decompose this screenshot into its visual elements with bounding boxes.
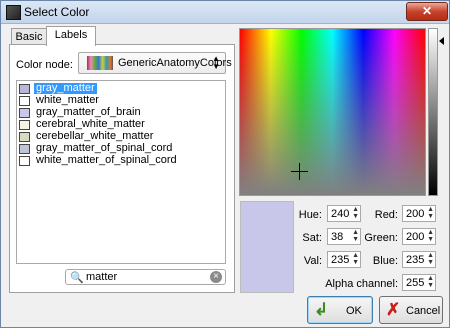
clear-search-icon[interactable]: ×	[210, 271, 222, 283]
search-value: matter	[86, 271, 118, 283]
blue-label: Blue:	[372, 255, 398, 267]
green-value: 200	[406, 231, 425, 243]
alpha-label: Alpha channel:	[325, 278, 398, 290]
hue-spinbox[interactable]: 240 ▲ ▼	[327, 205, 361, 222]
cancel-label: Cancel	[406, 305, 441, 317]
list-item-label: cerebellar_white_matter	[36, 130, 154, 142]
list-item-label: cerebral_white_matter	[36, 118, 145, 130]
value-slider[interactable]	[428, 28, 438, 196]
sat-spinbox[interactable]: 38 ▲ ▼	[327, 228, 361, 245]
spin-arrows-icon[interactable]: ▲ ▼	[427, 252, 434, 266]
red-spinbox[interactable]: 200 ▲ ▼	[402, 205, 436, 222]
spin-arrows-icon[interactable]: ▲ ▼	[427, 229, 434, 243]
color-spectrum[interactable]	[239, 28, 426, 196]
hue-value: 240	[331, 208, 350, 220]
red-label: Red:	[374, 209, 398, 221]
color-swatch	[19, 156, 30, 166]
alpha-spinbox[interactable]: 255 ▲ ▼	[402, 274, 436, 291]
sat-label: Sat:	[302, 232, 322, 244]
color-swatch	[19, 96, 30, 106]
title-bar: Select Color ✕	[1, 1, 449, 24]
combo-arrows-icon: ▲ ▼	[212, 54, 220, 71]
ok-button[interactable]: ↲ OK	[307, 296, 373, 324]
close-button[interactable]: ✕	[406, 2, 448, 21]
search-icon: 🔍	[70, 272, 84, 284]
select-color-dialog: Select Color ✕ Basic Labels Color node: …	[0, 0, 450, 328]
color-swatch	[19, 108, 30, 118]
color-swatch	[19, 144, 30, 154]
list-item-label: gray_matter_of_brain	[36, 106, 141, 118]
color-swatch	[19, 132, 30, 142]
labels-list[interactable]: gray_matter white_matter gray_matter_of_…	[16, 80, 226, 264]
ok-label: OK	[346, 305, 362, 317]
blue-value: 235	[406, 254, 425, 266]
spin-arrows-icon[interactable]: ▲ ▼	[427, 206, 434, 220]
red-value: 200	[406, 208, 425, 220]
spin-arrows-icon[interactable]: ▲ ▼	[427, 275, 434, 289]
hue-label: Hue:	[298, 209, 322, 221]
sat-value: 38	[331, 231, 344, 243]
list-item-label: white_matter	[36, 94, 99, 106]
color-node-select[interactable]: GenericAnatomyColors ▲ ▼	[78, 52, 232, 74]
green-label: Green:	[364, 232, 398, 244]
color-swatch	[19, 84, 30, 94]
val-label: Val:	[303, 255, 322, 267]
labels-panel: Color node: GenericAnatomyColors ▲ ▼ gray…	[9, 44, 235, 293]
window-title: Select Color	[24, 5, 90, 19]
list-item-label: white_matter_of_spinal_cord	[36, 154, 177, 166]
search-input[interactable]: 🔍 matter ×	[65, 269, 226, 285]
val-spinbox[interactable]: 235 ▲ ▼	[327, 251, 361, 268]
color-swatch	[19, 120, 30, 130]
green-spinbox[interactable]: 200 ▲ ▼	[402, 228, 436, 245]
blue-spinbox[interactable]: 235 ▲ ▼	[402, 251, 436, 268]
ok-arrow-icon: ↲	[314, 300, 329, 319]
color-table-icon	[87, 56, 113, 70]
cancel-button[interactable]: ✗ Cancel	[379, 296, 443, 324]
crosshair-icon	[299, 163, 300, 180]
color-node-label: Color node:	[16, 59, 73, 71]
tab-basic[interactable]: Basic	[11, 28, 47, 45]
app-icon	[6, 5, 21, 20]
list-item-label: gray_matter_of_spinal_cord	[36, 142, 173, 154]
slider-marker-icon[interactable]	[439, 37, 444, 45]
val-value: 235	[331, 254, 350, 266]
cancel-x-icon: ✗	[386, 300, 401, 319]
list-item-label: gray_matter	[34, 82, 97, 94]
tab-labels[interactable]: Labels	[46, 26, 96, 46]
alpha-value: 255	[406, 277, 425, 289]
